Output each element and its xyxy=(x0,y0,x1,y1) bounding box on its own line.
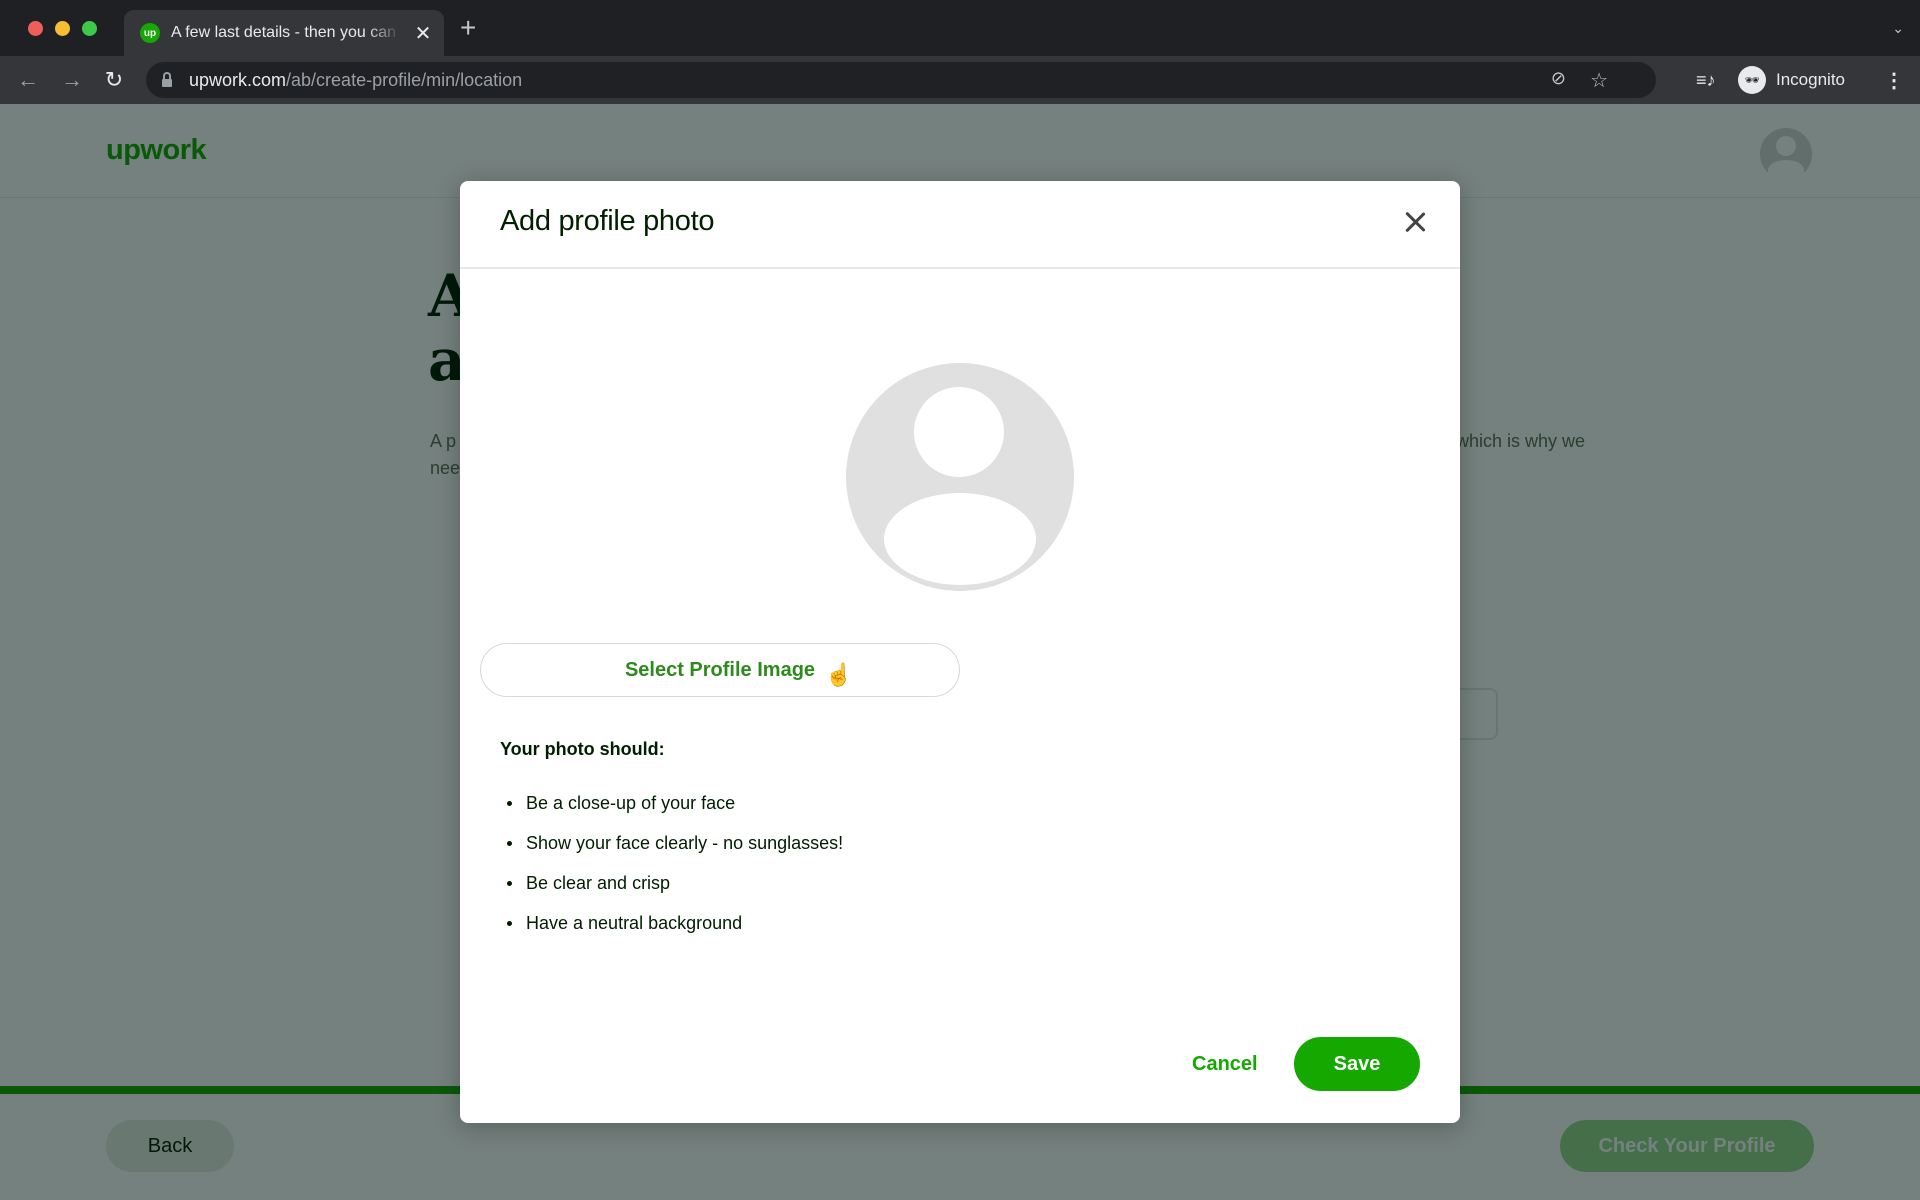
url-text[interactable]: upwork.com/ab/create-profile/min/locatio… xyxy=(189,70,522,91)
tab-search-chevron-icon[interactable]: ⌄ xyxy=(1892,20,1904,37)
forward-arrow-icon[interactable]: → xyxy=(58,66,86,94)
requirements-heading: Your photo should: xyxy=(500,739,665,759)
requirement-item: Have a neutral background xyxy=(500,903,843,943)
address-bar[interactable]: upwork.com/ab/create-profile/min/locatio… xyxy=(146,62,1656,98)
incognito-icon: 🕶 xyxy=(1738,66,1766,94)
lock-icon[interactable] xyxy=(162,71,172,87)
hand-pointer-cursor-icon: ☝ xyxy=(825,662,853,687)
requirements-list: Be a close-up of your face Show your fac… xyxy=(500,783,843,943)
avatar-body-shape xyxy=(884,493,1036,585)
profile-placeholder-avatar-icon xyxy=(846,363,1074,591)
browser-toolbar: ← → ↻ upwork.com/ab/create-profile/min/l… xyxy=(0,56,1920,104)
dialog-title: Add profile photo xyxy=(500,205,715,237)
browser-chrome: up A few last details - then you can che… xyxy=(0,0,1920,104)
reload-icon[interactable]: ↻ xyxy=(100,66,128,94)
upwork-favicon-icon: up xyxy=(140,23,160,43)
requirement-item: Show your face clearly - no sunglasses! xyxy=(500,823,843,863)
select-profile-image-label: Select Profile Image xyxy=(624,658,816,681)
close-icon[interactable] xyxy=(1400,207,1430,237)
bookmark-star-icon[interactable]: ☆ xyxy=(1590,68,1608,93)
media-control-icon[interactable]: ≡♪ xyxy=(1696,70,1716,91)
window-close-button[interactable] xyxy=(28,21,43,36)
avatar-head-shape xyxy=(914,387,1004,477)
browser-menu-icon[interactable]: ⋮ xyxy=(1884,68,1904,93)
cancel-button[interactable]: Cancel xyxy=(1192,1037,1258,1091)
select-profile-image-button[interactable]: Select Profile Image ☝ xyxy=(480,643,960,697)
eye-off-icon[interactable]: ⊘ xyxy=(1551,68,1566,89)
tab-close-icon[interactable]: ✕ xyxy=(413,21,433,46)
requirement-item: Be a close-up of your face xyxy=(500,783,843,823)
incognito-label: Incognito xyxy=(1776,70,1845,89)
window-maximize-button[interactable] xyxy=(82,21,97,36)
window-minimize-button[interactable] xyxy=(55,21,70,36)
browser-tab-active[interactable]: up A few last details - then you can che… xyxy=(124,10,444,56)
dialog-header: Add profile photo xyxy=(460,181,1460,269)
tab-strip: up A few last details - then you can che… xyxy=(0,0,1920,56)
add-profile-photo-dialog: Add profile photo Select Profile Image ☝… xyxy=(460,181,1460,1123)
new-tab-icon[interactable]: + xyxy=(460,14,476,42)
incognito-profile-button[interactable]: 🕶 Incognito xyxy=(1736,60,1864,100)
requirement-item: Be clear and crisp xyxy=(500,863,843,903)
url-host: upwork.com xyxy=(189,69,287,90)
url-path: /ab/create-profile/min/location xyxy=(286,69,523,90)
back-arrow-icon[interactable]: ← xyxy=(14,66,42,94)
tab-title: A few last details - then you can check … xyxy=(171,24,401,41)
save-button[interactable]: Save xyxy=(1294,1037,1420,1091)
